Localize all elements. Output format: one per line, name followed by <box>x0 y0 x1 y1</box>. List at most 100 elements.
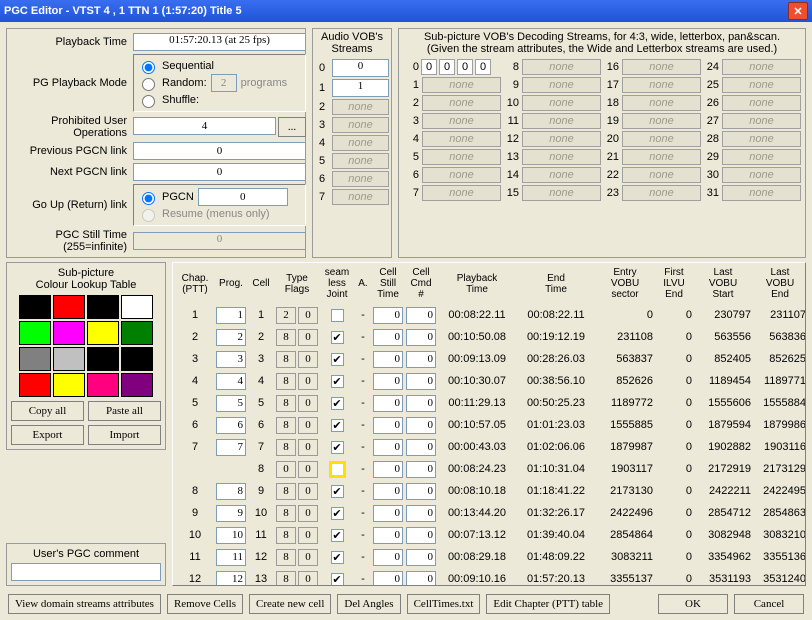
sp-stream-none[interactable]: none <box>722 95 801 111</box>
cell-prog[interactable] <box>216 307 246 324</box>
audio-stream[interactable]: 1 <box>332 79 389 97</box>
close-icon[interactable]: ✕ <box>788 2 808 20</box>
clut-swatch[interactable] <box>19 373 51 397</box>
cell-prog[interactable] <box>216 505 246 522</box>
type-button[interactable]: 2 <box>276 307 296 324</box>
clut-swatch[interactable] <box>19 295 51 319</box>
sp-stream-none[interactable]: none <box>422 167 501 183</box>
comment-input[interactable] <box>11 563 161 581</box>
sp-stream-none[interactable]: none <box>722 59 801 75</box>
radio-shuffle[interactable] <box>142 95 155 108</box>
cell-still-time[interactable] <box>373 395 403 412</box>
audio-stream-none[interactable]: none <box>332 135 389 151</box>
clut-swatch[interactable] <box>19 321 51 345</box>
cell-prog[interactable] <box>216 351 246 368</box>
seamless-checkbox[interactable]: ✔ <box>331 529 344 542</box>
cell-still-time[interactable] <box>373 505 403 522</box>
cell-prog[interactable] <box>216 571 246 587</box>
cell-cmd[interactable] <box>406 417 436 434</box>
remove-cells-button[interactable]: Remove Cells <box>167 594 243 614</box>
seamless-checkbox[interactable]: ✔ <box>331 507 344 520</box>
cell-cmd[interactable] <box>406 483 436 500</box>
sp-stream-none[interactable]: none <box>622 167 701 183</box>
seamless-checkbox[interactable]: ✔ <box>331 419 344 432</box>
audio-stream-none[interactable]: none <box>332 171 389 187</box>
import-button[interactable]: Import <box>88 425 161 445</box>
flags-button[interactable]: 0 <box>298 439 318 456</box>
pgcn-value[interactable] <box>198 188 288 206</box>
clut-swatch[interactable] <box>19 347 51 371</box>
flags-button[interactable]: 0 <box>298 549 318 566</box>
audio-stream-none[interactable]: none <box>332 99 389 115</box>
cell-still-time[interactable] <box>373 549 403 566</box>
cell-cmd[interactable] <box>406 439 436 456</box>
cell-cmd[interactable] <box>406 307 436 324</box>
cell-cmd[interactable] <box>406 395 436 412</box>
sp-stream-none[interactable]: none <box>422 95 501 111</box>
cell-still-time[interactable] <box>373 439 403 456</box>
audio-stream-none[interactable]: none <box>332 189 389 205</box>
sp-stream-none[interactable]: none <box>422 149 501 165</box>
ok-button[interactable]: OK <box>658 594 728 614</box>
seamless-checkbox[interactable]: ✔ <box>331 441 344 454</box>
type-button[interactable]: 8 <box>276 527 296 544</box>
sp-stream-none[interactable]: none <box>622 77 701 93</box>
cell-still-time[interactable] <box>373 417 403 434</box>
sp-stream[interactable]: 0 <box>421 59 437 75</box>
sp-stream[interactable]: 0 <box>475 59 491 75</box>
clut-swatch[interactable] <box>87 321 119 345</box>
cell-prog[interactable] <box>216 395 246 412</box>
cell-still-time[interactable] <box>373 461 403 478</box>
radio-pgcn[interactable] <box>142 192 155 205</box>
flags-button[interactable]: 0 <box>298 483 318 500</box>
radio-random[interactable] <box>142 78 155 91</box>
cell-cmd[interactable] <box>406 571 436 587</box>
seamless-checkbox[interactable] <box>331 309 344 322</box>
sp-stream-none[interactable]: none <box>722 77 801 93</box>
cell-cmd[interactable] <box>406 373 436 390</box>
sp-stream[interactable]: 0 <box>457 59 473 75</box>
sp-stream-none[interactable]: none <box>522 167 601 183</box>
cell-cmd[interactable] <box>406 549 436 566</box>
clut-swatch[interactable] <box>53 347 85 371</box>
sp-stream-none[interactable]: none <box>722 149 801 165</box>
cell-still-time[interactable] <box>373 307 403 324</box>
clut-swatch[interactable] <box>87 373 119 397</box>
cell-still-time[interactable] <box>373 527 403 544</box>
create-cell-button[interactable]: Create new cell <box>249 594 331 614</box>
cell-prog[interactable] <box>216 329 246 346</box>
flags-button[interactable]: 0 <box>298 461 318 478</box>
audio-stream-none[interactable]: none <box>332 117 389 133</box>
sp-stream-none[interactable]: none <box>422 131 501 147</box>
prev-pgcn-value[interactable] <box>133 142 306 160</box>
clut-swatch[interactable] <box>121 347 153 371</box>
puo-value[interactable] <box>133 117 276 135</box>
sp-stream-none[interactable]: none <box>522 131 601 147</box>
type-button[interactable]: 8 <box>276 395 296 412</box>
cell-still-time[interactable] <box>373 351 403 368</box>
cell-prog[interactable] <box>216 527 246 544</box>
sp-stream-none[interactable]: none <box>722 131 801 147</box>
cell-cmd[interactable] <box>406 329 436 346</box>
sp-stream[interactable]: 0 <box>439 59 455 75</box>
clut-swatch[interactable] <box>87 347 119 371</box>
flags-button[interactable]: 0 <box>298 373 318 390</box>
type-button[interactable]: 8 <box>276 439 296 456</box>
flags-button[interactable]: 0 <box>298 351 318 368</box>
clut-swatch[interactable] <box>53 321 85 345</box>
copy-all-button[interactable]: Copy all <box>11 401 84 421</box>
type-button[interactable]: 0 <box>276 461 296 478</box>
del-angles-button[interactable]: Del Angles <box>337 594 400 614</box>
sp-stream-none[interactable]: none <box>622 149 701 165</box>
type-button[interactable]: 8 <box>276 549 296 566</box>
flags-button[interactable]: 0 <box>298 395 318 412</box>
radio-sequential[interactable] <box>142 61 155 74</box>
seamless-checkbox[interactable] <box>331 463 344 476</box>
type-button[interactable]: 8 <box>276 417 296 434</box>
sp-stream-none[interactable]: none <box>522 113 601 129</box>
sp-stream-none[interactable]: none <box>522 77 601 93</box>
sp-stream-none[interactable]: none <box>522 185 601 201</box>
audio-stream-none[interactable]: none <box>332 153 389 169</box>
clut-swatch[interactable] <box>121 321 153 345</box>
paste-all-button[interactable]: Paste all <box>88 401 161 421</box>
